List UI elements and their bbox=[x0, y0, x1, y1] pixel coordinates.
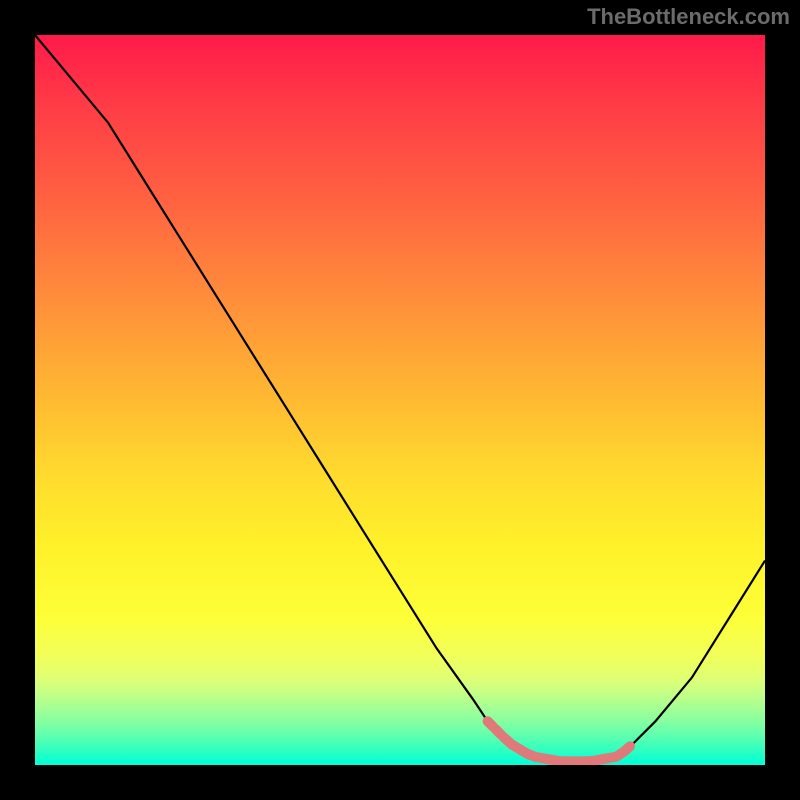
watermark-text: TheBottleneck.com bbox=[587, 4, 790, 30]
plot-area bbox=[35, 35, 765, 765]
bottleneck-curve-line bbox=[35, 35, 765, 761]
chart-container: TheBottleneck.com bbox=[0, 0, 800, 800]
optimal-region-dots bbox=[488, 721, 632, 761]
chart-svg bbox=[35, 35, 765, 765]
